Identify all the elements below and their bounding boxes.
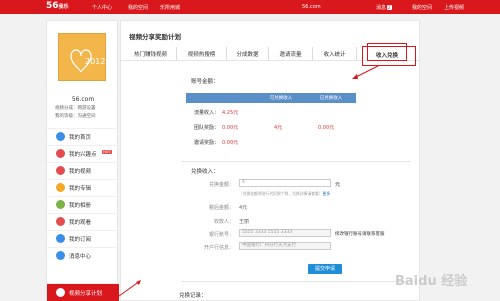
nav-upload[interactable]: 上传视频 <box>444 4 464 11</box>
avatar[interactable]: 2012 <box>58 33 106 81</box>
tab-income-stats[interactable]: 收入统计 <box>313 47 357 60</box>
user-meta-level: 我的等级：沟通空间 <box>55 114 96 119</box>
bank-name-label: 开户行信息： <box>203 245 234 251</box>
bank-account-field: 5555 3333 5555 3333 <box>239 229 331 237</box>
share-icon <box>56 288 65 297</box>
row-team-value: 0.00元 <box>222 125 239 131</box>
sidebar-item-messages[interactable]: 消息中心 <box>47 247 119 263</box>
row-traffic-label: 流量收入： <box>194 110 220 116</box>
bank-account-label: 银行账号： <box>208 232 234 238</box>
tab-video-search[interactable]: 视频热搜榜 <box>177 47 227 60</box>
rss-icon <box>56 234 65 243</box>
tab-highlight-box <box>362 46 416 66</box>
sidebar-item-interests[interactable]: 我的兴趣点 HOT <box>47 145 119 161</box>
site-logo[interactable]: 56我乐 <box>46 1 69 11</box>
heart-icon <box>56 149 65 158</box>
page-title: 视频分享奖励计划 <box>129 33 181 41</box>
row-team-label: 团队奖励： <box>194 125 220 131</box>
tax-hint: （兑换金额将进行代扣税个税，兑换详情请查看）更多 <box>239 191 331 196</box>
account-amount-label: 账号金额： <box>191 79 219 85</box>
user-meta-share: 视频分成：网游设置 <box>55 106 96 111</box>
message-icon <box>56 251 65 260</box>
nav-personal-center[interactable]: 个人中心 <box>92 4 112 11</box>
nav-my-space[interactable]: 我的空间 <box>128 4 148 11</box>
more-link[interactable]: 更多 <box>323 191 331 196</box>
watermark: Baidu 经验 <box>395 274 468 289</box>
bank-name-field: 中国银行广州分行天河支行 <box>239 242 331 250</box>
svg-text:2012: 2012 <box>85 57 105 66</box>
message-count-badge: 2 <box>387 5 392 10</box>
video-icon <box>56 166 65 175</box>
amount-input[interactable]: 4 <box>239 179 331 187</box>
nav-logout[interactable]: 我的空间 <box>412 4 432 11</box>
album-icon <box>56 183 65 192</box>
after-tax-label: 税后金额： <box>208 205 234 211</box>
exchangeable-value: 4元 <box>274 125 283 131</box>
row-traffic-value: 4.25元 <box>222 110 239 116</box>
sidebar-item-albums[interactable]: 我的专辑 <box>47 179 119 195</box>
records-label: 兑换记录： <box>179 293 207 299</box>
nav-messages[interactable]: 消息 2 <box>376 4 392 11</box>
sidebar-item-videos[interactable]: 我的视频 <box>47 162 119 178</box>
payee-label: 收款人： <box>213 219 234 225</box>
amount-unit: 元 <box>335 182 341 188</box>
tab-revenue-data[interactable]: 分成数据 <box>227 47 269 60</box>
amount-label: 兑换金额： <box>208 182 234 188</box>
section-divider <box>181 161 411 162</box>
sidebar-item-subscriptions[interactable]: 我的订阅 <box>47 230 119 246</box>
table-header-blank <box>186 93 256 103</box>
balance-table: 可兑换收入 已兑换收入 流量收入： 4.25元 团队奖励： 0.00元 邀请奖励… <box>186 93 356 163</box>
table-header-exchanged: 已兑换收入 <box>306 93 356 103</box>
exchanged-value: 0.00元 <box>318 125 335 131</box>
records-divider <box>181 281 411 282</box>
row-invite-label: 邀请奖励： <box>194 140 220 146</box>
eye-icon <box>56 217 65 226</box>
table-header-exchangeable: 可兑换收入 <box>256 93 306 103</box>
tab-hot-videos[interactable]: 热门赚钱视频 <box>125 47 177 60</box>
exchange-title: 兑换收入： <box>191 169 219 175</box>
nav-home-link[interactable]: 56.com <box>302 4 321 10</box>
top-bar: 56我乐 个人中心 我的空间 乐所用城 56.com 消息 2 我的空间 上传视频 <box>0 0 500 14</box>
submit-button[interactable]: 提交申请 <box>308 264 342 274</box>
sidebar-item-photos[interactable]: 我的相册 <box>47 196 119 212</box>
home-icon <box>56 132 65 141</box>
sidebar-item-watched[interactable]: 我的观看 <box>47 213 119 229</box>
avatar-heart-art: 2012 <box>70 49 105 73</box>
tab-invite-traffic[interactable]: 邀请流量 <box>269 47 313 60</box>
row-invite-value: 0.00元 <box>222 140 239 146</box>
payee-value: 王丽 <box>239 219 250 225</box>
hot-badge: HOT <box>102 150 112 154</box>
bank-change-tip: 修改银行账号请联系客服 <box>335 232 385 237</box>
sidebar: 2012 56.com 视频分成：网游设置 我的等级：沟通空间 我的首页 我的兴… <box>46 20 119 301</box>
nav-mall[interactable]: 乐所用城 <box>160 4 180 11</box>
sidebar-item-home[interactable]: 我的首页 <box>47 128 119 144</box>
photo-icon <box>56 200 65 209</box>
username: 56.com <box>71 96 95 103</box>
sidebar-item-share-plan[interactable]: 视频分享计划 <box>47 283 119 301</box>
after-tax-value: 4元 <box>239 205 248 211</box>
